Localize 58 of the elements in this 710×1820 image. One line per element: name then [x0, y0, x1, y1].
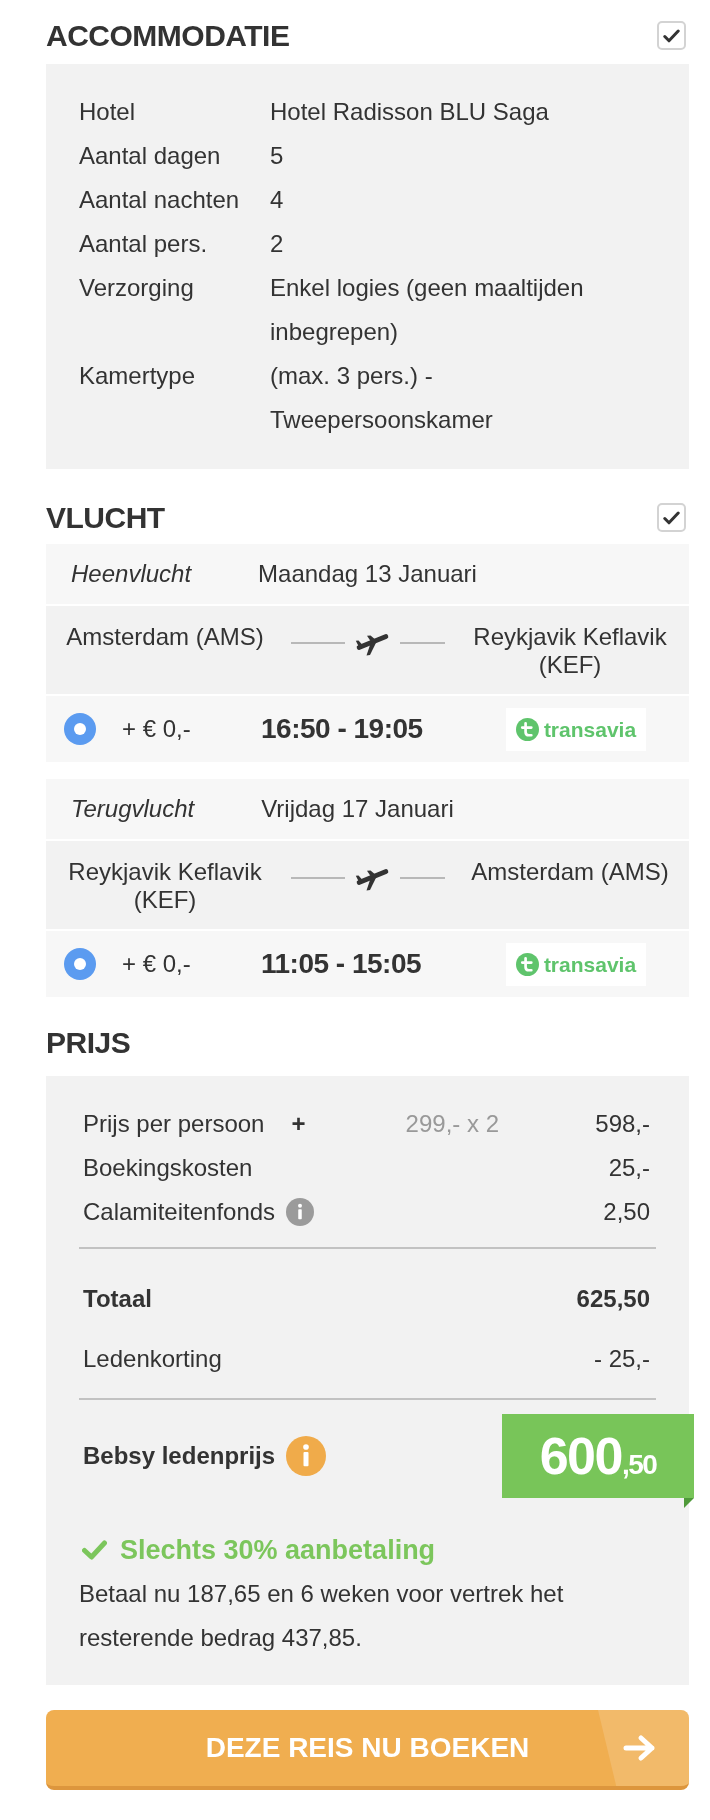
- section-heading: ACCOMMODATIE: [46, 20, 290, 51]
- logo-mark-icon: [515, 952, 539, 976]
- radio-button[interactable]: [64, 948, 96, 980]
- price-label: Calamiteitenfonds: [83, 1197, 276, 1227]
- section-heading: PRIJS: [46, 1027, 131, 1058]
- checkmark-icon: [82, 1540, 107, 1560]
- detail-value: Enkel logies (geen maaltijden inbegrepen): [270, 273, 585, 347]
- departure-airport: Reykjavik Keflavik (KEF): [67, 858, 263, 914]
- radio-button[interactable]: [64, 713, 96, 745]
- price-amount: 25,-: [608, 1153, 650, 1183]
- checkmark-icon: [663, 28, 680, 43]
- ribbon-fold-icon: [684, 1498, 694, 1508]
- logo-mark-icon: [515, 717, 539, 741]
- section-heading: VLUCHT: [46, 502, 165, 533]
- total-amount: 625,50: [576, 1284, 650, 1314]
- info-icon[interactable]: [286, 1198, 315, 1226]
- checkmark-icon: [663, 510, 680, 525]
- total-label: Totaal: [83, 1284, 152, 1314]
- flight-times: 11:05 - 15:05: [261, 947, 422, 981]
- price-label: Boekingskosten: [83, 1153, 253, 1183]
- price-amount: 2,50: [603, 1197, 650, 1227]
- detail-value: 2: [270, 229, 284, 259]
- flight-date: Maandag 13 Januari: [258, 559, 477, 589]
- price-tag: 600,50: [502, 1414, 694, 1498]
- member-price-label: Bebsy ledenprijs: [83, 1441, 276, 1471]
- detail-label: Aantal dagen: [79, 141, 221, 171]
- detail-label: Verzorging: [79, 273, 194, 303]
- deposit-title: Slechts 30% aanbetaling: [120, 1533, 436, 1567]
- detail-value: Hotel Radisson BLU Saga: [270, 97, 549, 127]
- flight-direction: Terugvlucht: [71, 794, 195, 824]
- info-icon[interactable]: [286, 1436, 327, 1476]
- deposit-text: Betaal nu 187,65 en 6 weken voor vertrek het resterende bedrag 437,85.: [79, 1579, 565, 1653]
- price-label: Prijs per persoon: [83, 1109, 265, 1139]
- checkbox[interactable]: [657, 503, 686, 532]
- flight-date: Vrijdag 17 Januari: [261, 794, 454, 824]
- detail-value: (max. 3 pers.) - Tweepersoonskamer: [270, 361, 494, 435]
- expand-toggle[interactable]: +: [291, 1106, 306, 1142]
- airline-name: transavia: [543, 718, 637, 740]
- flight-direction: Heenvlucht: [71, 559, 192, 589]
- surcharge: + € 0,-: [122, 950, 191, 977]
- price-calculation: 299,- x 2: [405, 1109, 499, 1139]
- price-amount: 598,-: [595, 1109, 650, 1139]
- detail-label: Kamertype: [79, 361, 196, 391]
- airline-name: transavia: [543, 953, 637, 975]
- detail-label: Aantal nachten: [79, 185, 240, 215]
- detail-value: 5: [270, 141, 284, 171]
- flight-times: 16:50 - 19:05: [261, 712, 423, 746]
- surcharge: + € 0,-: [122, 715, 191, 742]
- detail-label: Aantal pers.: [79, 229, 208, 259]
- checkbox[interactable]: [657, 21, 686, 50]
- detail-label: Hotel: [79, 97, 136, 127]
- discount-label: Ledenkorting: [83, 1344, 222, 1374]
- departure-airport: Amsterdam (AMS): [66, 623, 264, 651]
- arrow-right-icon: [623, 1734, 657, 1762]
- discount-amount: - 25,-: [594, 1344, 650, 1374]
- arrival-airport: Reykjavik Keflavik (KEF): [472, 623, 668, 679]
- arrival-airport: Amsterdam (AMS): [471, 858, 669, 886]
- detail-value: 4: [270, 185, 284, 215]
